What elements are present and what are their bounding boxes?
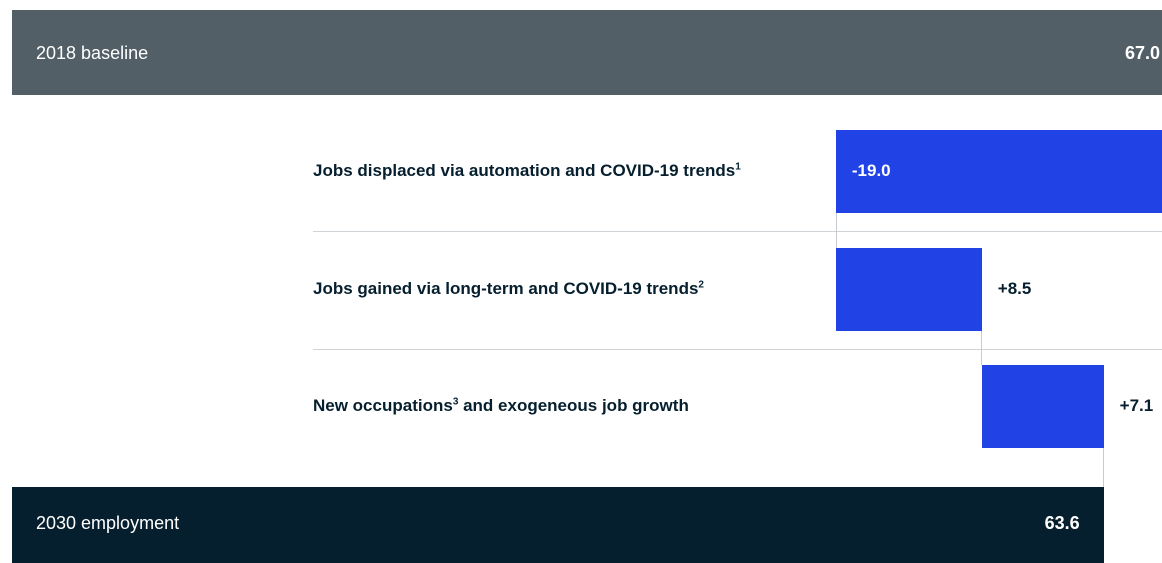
step-label-text: Jobs gained via long-term and COVID-19 t… — [313, 278, 699, 298]
step-label: New occupations3 and exogeneous job grow… — [313, 396, 689, 416]
waterfall-chart: 2018 baseline 67.0 Jobs displaced via au… — [0, 0, 1162, 563]
row-divider — [313, 231, 1162, 232]
connector-line — [835, 213, 837, 248]
end-label: 2030 employment — [36, 513, 180, 533]
connector-line — [1102, 448, 1104, 487]
step-value: -19.0 — [851, 160, 891, 180]
baseline-label: 2018 baseline — [36, 43, 149, 63]
step-bar — [981, 365, 1104, 448]
end-value: 63.6 — [1044, 513, 1080, 533]
step-value: +8.5 — [997, 278, 1032, 298]
step-value: +7.1 — [1119, 395, 1154, 415]
step-label-text: New occupations — [313, 395, 453, 415]
footnote-marker: 1 — [735, 160, 741, 172]
step-label: Jobs gained via long-term and COVID-19 t… — [313, 279, 704, 299]
baseline-bar: 2018 baseline 67.0 — [12, 10, 1162, 95]
step-bar — [835, 248, 982, 331]
step-label: Jobs displaced via automation and COVID-… — [313, 161, 741, 181]
footnote-marker: 2 — [698, 278, 704, 290]
end-bar: 2030 employment 63.6 — [12, 487, 1104, 563]
row-divider — [313, 349, 1162, 350]
baseline-value: 67.0 — [1124, 43, 1160, 63]
step-label-tail: and exogeneous job growth — [458, 395, 689, 415]
connector-line — [980, 331, 982, 365]
step-label-text: Jobs displaced via automation and COVID-… — [313, 160, 736, 180]
